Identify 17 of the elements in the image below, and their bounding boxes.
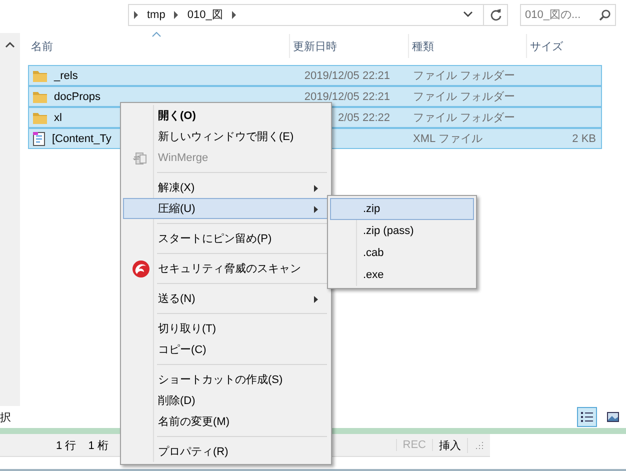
- column-number: 1 桁: [87, 438, 110, 452]
- file-name: [Content_Ty: [52, 132, 112, 144]
- file-name: _rels: [54, 70, 78, 82]
- file-name: xl: [54, 112, 62, 124]
- file-type: ファイル フォルダー: [413, 69, 516, 83]
- file-size: 2 KB: [572, 132, 596, 144]
- file-type: XML ファイル: [413, 132, 482, 146]
- file-type: ファイル フォルダー: [413, 111, 516, 125]
- file-type: ファイル フォルダー: [413, 90, 516, 104]
- rec-indicator: REC: [396, 439, 433, 451]
- modified-date: 2019/12/05 22:21: [304, 90, 390, 102]
- line-number: 1 行: [55, 438, 78, 452]
- insert-mode: 挿入: [433, 438, 468, 452]
- modified-date: 2019/12/05 22:21: [304, 70, 390, 82]
- modified-date: 2/05 22:22: [338, 112, 390, 124]
- status-text: 択: [0, 410, 11, 424]
- file-name: docProps: [54, 90, 100, 102]
